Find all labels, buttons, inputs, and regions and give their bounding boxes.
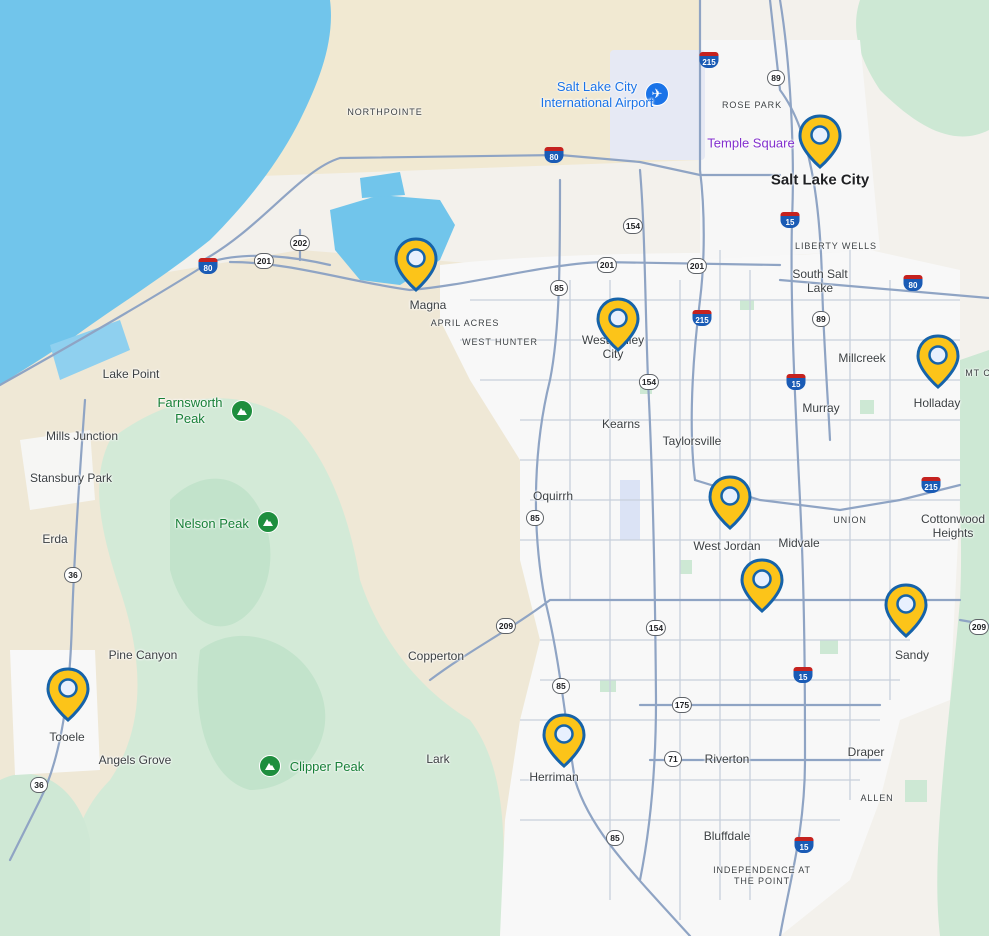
airplane-icon[interactable]: ✈ [645,82,669,106]
location-pin-icon[interactable] [541,713,587,769]
mountain-peak-icon[interactable] [257,511,279,533]
location-pin-icon[interactable] [915,334,961,390]
location-pin-icon[interactable] [707,475,753,531]
mountain-peak-icon[interactable] [259,755,281,777]
location-pin-icon[interactable] [45,667,91,723]
location-pin-icon[interactable] [393,237,439,293]
mountain-peak-icon[interactable] [231,400,253,422]
map-canvas[interactable]: 215 215 215 80 80 80 15 15 15 15 89 89 2… [0,0,989,936]
location-pin-icon[interactable] [595,297,641,353]
location-pin-icon[interactable] [739,558,785,614]
location-pin-icon[interactable] [797,114,843,170]
location-pin-icon[interactable] [883,583,929,639]
